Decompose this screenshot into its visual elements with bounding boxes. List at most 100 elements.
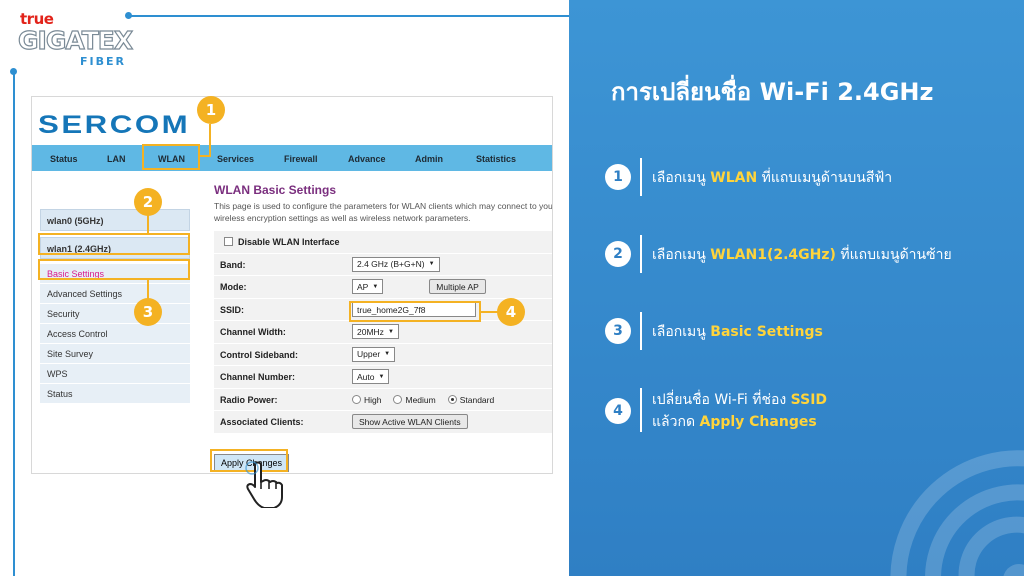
nav-services[interactable]: Services: [217, 154, 254, 164]
step-2-post: ที่แถบเมนูด้านซ้าย: [835, 247, 952, 263]
connector-3: [147, 279, 149, 299]
step-1-number: 1: [605, 164, 631, 190]
sidebar-item-status[interactable]: Status: [40, 384, 190, 404]
page-description-line1: This page is used to configure the param…: [214, 201, 553, 211]
disable-wlan-label: Disable WLAN Interface: [238, 237, 340, 247]
connector-1b: [209, 124, 211, 157]
step-4-highlight: SSID: [790, 392, 828, 408]
step-3-divider: [640, 312, 642, 350]
instruction-panel: การเปลี่ยนชื่อ Wi-Fi 2.4GHz 1 เลือกเมนู …: [569, 0, 1024, 576]
sercom-logo: SERCOM: [38, 111, 191, 139]
logo-fiber-text: FIBER: [80, 55, 126, 68]
gigatex-logo: true GIGATEX FIBER: [17, 10, 133, 68]
control-sideband-value: Upper: [357, 349, 381, 359]
chevron-down-icon: ▼: [372, 283, 379, 290]
step-2-divider: [640, 235, 642, 273]
chevron-down-icon: ▼: [387, 328, 394, 335]
wifi-watermark-icon: [890, 450, 1024, 576]
nav-lan[interactable]: LAN: [107, 154, 126, 164]
radio-high-dot: [352, 395, 361, 404]
band-select[interactable]: 2.4 GHz (B+G+N) ▼: [352, 256, 440, 272]
step-3-highlight: Basic Settings: [710, 324, 823, 340]
radio-power-medium[interactable]: Medium: [393, 394, 436, 405]
page-title: WLAN Basic Settings: [214, 183, 337, 197]
row-control-sideband: Control Sideband: Upper ▼: [214, 344, 552, 366]
step-4-text: เปลี่ยนชื่อ Wi-Fi ที่ช่อง SSID แล้วกด Ap…: [652, 389, 827, 433]
frame-line-left: [13, 72, 15, 576]
step-4-divider: [640, 388, 642, 432]
associated-clients-label: Associated Clients:: [220, 417, 304, 427]
step-4-pre: เปลี่ยนชื่อ Wi-Fi ที่ช่อง: [652, 392, 791, 408]
mode-select-value: AP: [357, 281, 369, 292]
step-4-number: 4: [605, 398, 631, 424]
nav-status[interactable]: Status: [50, 154, 78, 164]
nav-firewall[interactable]: Firewall: [284, 154, 318, 164]
chevron-down-icon: ▼: [428, 261, 435, 267]
router-screenshot: SERCOM Status LAN WLAN Services Firewall…: [31, 96, 553, 474]
band-select-value: 2.4 GHz (B+G+N): [357, 259, 425, 269]
step-2-number: 2: [605, 241, 631, 267]
step-3-number: 3: [605, 318, 631, 344]
sidebar-item-wps[interactable]: WPS: [40, 364, 190, 384]
disable-wlan-checkbox[interactable]: [224, 237, 233, 246]
row-band: Band: 2.4 GHz (B+G+N) ▼: [214, 254, 552, 276]
connector-4: [480, 311, 498, 313]
callout-badge-3: 3: [134, 298, 162, 326]
channel-number-value: Auto: [357, 371, 375, 382]
sidebar-item-access-control[interactable]: Access Control: [40, 324, 190, 344]
row-radio-power: Radio Power: High Medium Standard: [214, 389, 552, 411]
chevron-down-icon: ▼: [384, 351, 391, 357]
logo-gigatex-text: GIGATEX: [17, 25, 133, 55]
sidebar-wlan0[interactable]: wlan0 (5GHz): [40, 209, 190, 231]
callout-badge-1: 1: [197, 96, 225, 124]
frame-dot-left: [10, 68, 17, 75]
panel-title: การเปลี่ยนชื่อ Wi-Fi 2.4GHz: [611, 78, 934, 106]
highlight-basic-settings: [38, 259, 190, 280]
mode-label: Mode:: [220, 282, 247, 292]
mode-select[interactable]: AP ▼: [352, 279, 384, 294]
ssid-label: SSID:: [220, 304, 245, 315]
step-1-divider: [640, 158, 642, 196]
radio-high-label: High: [364, 394, 382, 405]
row-channel-number: Channel Number: Auto ▼: [214, 366, 552, 389]
show-clients-button[interactable]: Show Active WLAN Clients: [352, 414, 468, 429]
channel-width-label: Channel Width:: [220, 327, 286, 337]
connector-2: [147, 214, 149, 234]
radio-power-high[interactable]: High: [352, 395, 381, 405]
step-2-highlight: WLAN1(2.4GHz): [710, 247, 836, 263]
step-1-post: ที่แถบเมนูด้านบนสีฟ้า: [757, 170, 893, 186]
control-sideband-label: Control Sideband:: [220, 349, 298, 360]
radio-medium-label: Medium: [405, 394, 436, 405]
hand-cursor-icon: [245, 461, 283, 508]
step-4-line2-pre: แล้วกด: [652, 414, 700, 430]
highlight-wlan1: [38, 233, 190, 255]
nav-advance[interactable]: Advance: [348, 154, 386, 164]
row-mode: Mode: AP ▼ Multiple AP: [214, 276, 552, 299]
control-sideband-select[interactable]: Upper ▼: [352, 346, 396, 362]
wlan-settings-form: Disable WLAN Interface Band: 2.4 GHz (B+…: [214, 231, 552, 434]
nav-admin[interactable]: Admin: [415, 154, 443, 164]
sidebar-item-advanced-settings[interactable]: Advanced Settings: [40, 284, 190, 304]
channel-width-value: 20MHz: [357, 326, 384, 337]
radio-power-label: Radio Power:: [220, 394, 278, 405]
step-1-highlight: WLAN: [710, 170, 758, 186]
step-2-pre: เลือกเมนู: [652, 247, 711, 263]
nav-statistics[interactable]: Statistics: [476, 154, 516, 164]
radio-standard-dot: [447, 395, 457, 404]
step-4-line2-highlight: Apply Changes: [699, 414, 817, 430]
sidebar-item-site-survey[interactable]: Site Survey: [40, 344, 190, 364]
router-top-nav: Status LAN WLAN Services Firewall Advanc…: [32, 145, 552, 171]
band-label: Band:: [220, 259, 246, 270]
radio-medium-dot: [393, 395, 403, 404]
radio-power-standard[interactable]: Standard: [447, 395, 494, 405]
row-channel-width: Channel Width: 20MHz ▼: [214, 321, 552, 344]
callout-badge-4: 4: [497, 298, 525, 326]
highlight-wlan-nav: [142, 144, 200, 170]
channel-width-select[interactable]: 20MHz ▼: [352, 324, 399, 339]
multiple-ap-button[interactable]: Multiple AP: [429, 279, 486, 294]
router-content: WLAN Basic Settings This page is used to…: [214, 183, 553, 434]
step-1-text: เลือกเมนู WLAN ที่แถบเมนูด้านบนสีฟ้า: [652, 167, 892, 189]
channel-number-select[interactable]: Auto ▼: [352, 369, 390, 384]
row-disable-wlan: Disable WLAN Interface: [214, 231, 552, 254]
sidebar-item-security[interactable]: Security: [40, 304, 190, 324]
